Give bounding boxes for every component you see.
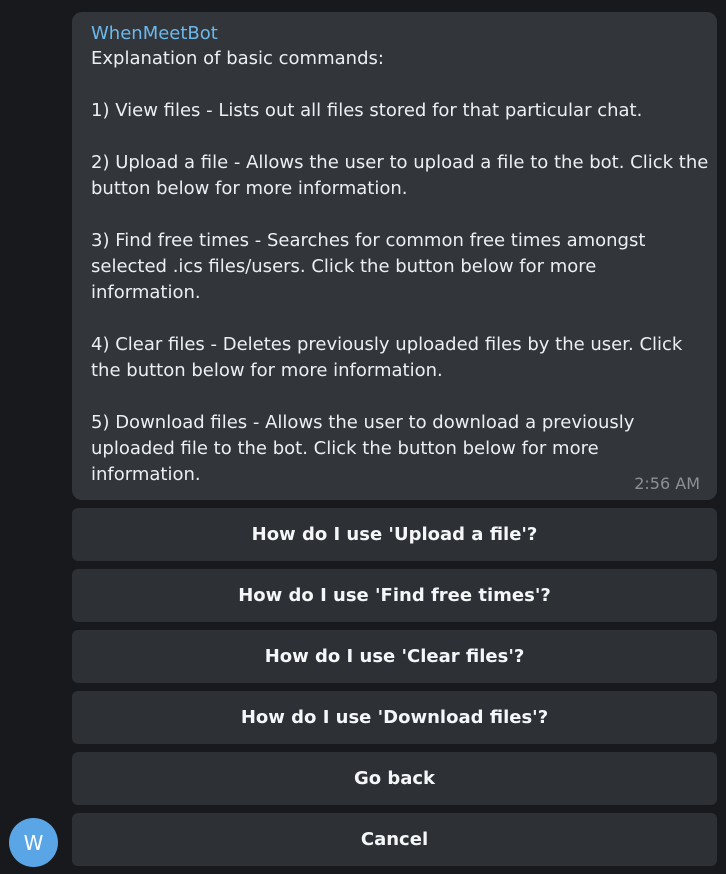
message-line: 5) Download files - Allows the user to d… bbox=[91, 412, 635, 433]
message-timestamp: 2:56 AM bbox=[634, 474, 700, 493]
go-back-button[interactable]: Go back bbox=[72, 752, 717, 805]
message-line bbox=[91, 306, 698, 332]
clear-files-help-button[interactable]: How do I use 'Clear files'? bbox=[72, 630, 717, 683]
message-line: uploaded file to the bot. Click the butt… bbox=[91, 438, 599, 459]
message-line bbox=[91, 72, 698, 98]
sender-name[interactable]: WhenMeetBot bbox=[91, 22, 698, 46]
message-line bbox=[91, 124, 698, 150]
upload-help-button[interactable]: How do I use 'Upload a file'? bbox=[72, 508, 717, 561]
cancel-button[interactable]: Cancel bbox=[72, 813, 717, 866]
message-line: information. bbox=[91, 464, 201, 485]
message-line bbox=[91, 384, 698, 410]
message-bubble: WhenMeetBot Explanation of basic command… bbox=[72, 12, 717, 500]
message-line: 4) Clear files - Deletes previously uplo… bbox=[91, 334, 683, 355]
message-line: Explanation of basic commands: bbox=[91, 48, 384, 69]
avatar[interactable]: W bbox=[9, 818, 58, 867]
message-line: button below for more information. bbox=[91, 178, 408, 199]
download-files-help-button[interactable]: How do I use 'Download files'? bbox=[72, 691, 717, 744]
message-line: 2) Upload a file - Allows the user to up… bbox=[91, 152, 709, 173]
message-line: 1) View files - Lists out all files stor… bbox=[91, 100, 643, 121]
message-line: the button below for more information. bbox=[91, 360, 443, 381]
message-line: information. bbox=[91, 282, 201, 303]
find-free-times-help-button[interactable]: How do I use 'Find free times'? bbox=[72, 569, 717, 622]
message-line bbox=[91, 202, 698, 228]
message-text: Explanation of basic commands: 1) View f… bbox=[91, 46, 709, 488]
message-line: selected .ics files/users. Click the but… bbox=[91, 256, 597, 277]
message-line: 3) Find free times - Searches for common… bbox=[91, 230, 646, 251]
